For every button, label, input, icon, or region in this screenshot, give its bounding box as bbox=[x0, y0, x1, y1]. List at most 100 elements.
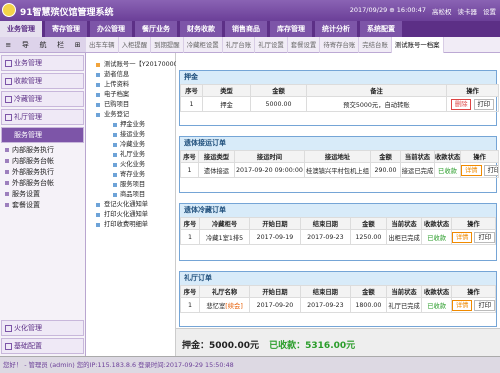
tree-transport-business[interactable]: 接运业务 bbox=[86, 130, 175, 140]
tree-register-cremation-notice[interactable]: 登记火化通知单 bbox=[86, 200, 175, 210]
card-reader-link[interactable]: 读卡器 bbox=[458, 6, 478, 16]
tree-refrigeration-business[interactable]: 冷藏业务 bbox=[86, 140, 175, 150]
nav-sales[interactable]: 销售商品 bbox=[225, 21, 267, 37]
received-summary: 已收款：5316.00元 bbox=[269, 341, 356, 351]
deposit-header-amount: 金额 bbox=[250, 84, 307, 97]
delete-button[interactable]: 删除 bbox=[450, 98, 472, 110]
status-text: 您好！ - 管理员 (admin) 您的IP:115.183.8.6 登录时间:… bbox=[3, 361, 234, 369]
details-button[interactable]: 详情 bbox=[452, 231, 473, 243]
sidebar-business[interactable]: 业务管理 bbox=[1, 55, 84, 71]
print-button[interactable]: 打印 bbox=[474, 299, 495, 311]
user-name[interactable]: 高松权 bbox=[432, 6, 452, 16]
tab-hall-settings[interactable]: 礼厅设置 bbox=[255, 37, 288, 53]
tab-vehicles[interactable]: 出车车辆 bbox=[86, 37, 119, 53]
deposit-header-no: 序号 bbox=[180, 84, 203, 97]
hall-panel: 礼厅订单 序号 礼厅名称 开始日期 结束日期 金额 当前状态 收款状态 操作 1 悲忆室[续会]… bbox=[179, 271, 497, 327]
sidebar-service-settings[interactable]: 服务设置 bbox=[0, 189, 85, 200]
tree-print-cremation-notice[interactable]: 打印火化通知单 bbox=[86, 210, 175, 220]
nav-storage[interactable]: 寄存管理 bbox=[45, 21, 87, 37]
tree-deposit-business[interactable]: 押金业务 bbox=[86, 120, 175, 130]
tree-service-items[interactable]: 服务项目 bbox=[86, 180, 175, 190]
tree-purchased-items[interactable]: 已购项目 bbox=[86, 100, 175, 110]
deposit-header-note: 备注 bbox=[306, 84, 447, 97]
nav-business[interactable]: 业务管理 bbox=[0, 21, 42, 37]
tab-expiry-reminder[interactable]: 到期提醒 bbox=[151, 37, 184, 53]
tree-hall-business[interactable]: 礼厅业务 bbox=[86, 150, 175, 160]
tab-completed-ledger[interactable]: 完结台账 bbox=[359, 37, 392, 53]
list-icon[interactable]: ≡ bbox=[5, 41, 11, 49]
tree-electronic-archive[interactable]: 电子档案 bbox=[86, 90, 175, 100]
date-time: 2017/09/29 ⊕ 16:00:47 bbox=[349, 6, 426, 14]
nav-system[interactable]: 系统配置 bbox=[360, 21, 402, 37]
table-row: 1 悲忆室[续会] 2017-09-20 2017-09-23 1800.00 礼厅已完成… bbox=[180, 297, 497, 313]
sidebar-refrigeration[interactable]: 冷藏管理 bbox=[1, 91, 84, 107]
top-right-info: 2017/09/29 ⊕ 16:00:47 高松权 读卡器 设置 bbox=[350, 6, 496, 16]
tree-deceased-info[interactable]: 逝者信息 bbox=[86, 70, 175, 80]
tree-upload-files[interactable]: 上传资料 bbox=[86, 80, 175, 90]
tools-icon[interactable]: ⊞ bbox=[75, 41, 81, 49]
hall-table: 序号 礼厅名称 开始日期 结束日期 金额 当前状态 收款状态 操作 1 悲忆室[续会] 2017-… bbox=[180, 285, 497, 313]
nav-inventory[interactable]: 库存管理 bbox=[270, 21, 312, 37]
app-logo-icon bbox=[2, 3, 16, 17]
sidebar-cremation[interactable]: 火化管理 bbox=[1, 320, 84, 336]
transport-table: 序号 接运类型 接运时间 接运地址 金额 当前状态 收款状态 操作 1 遗体接运 2017-09-… bbox=[180, 150, 499, 178]
status-bar: 您好！ - 管理员 (admin) 您的IP:115.183.8.6 登录时间:… bbox=[0, 356, 500, 373]
deposit-panel: 押金 序号 类型 金额 备注 操作 1 押金 5000.00 预交5000元，自动转账 删除 打… bbox=[179, 70, 499, 126]
tab-hall-ledger[interactable]: 礼厅台账 bbox=[223, 37, 256, 53]
refrigeration-title: 遗体冷藏订单 bbox=[180, 204, 496, 217]
tab-package-settings[interactable]: 套餐设置 bbox=[288, 37, 321, 53]
sidebar-toolbar: ≡ 导 航 栏 ⊞ bbox=[0, 37, 86, 53]
sidebar-hall[interactable]: 礼厅管理 bbox=[1, 109, 84, 125]
app-title: 91智慧殡仪馆管理系统 bbox=[20, 8, 114, 18]
deposit-title: 押金 bbox=[180, 71, 496, 84]
sidebar-internal-ledger[interactable]: 内部服务台帐 bbox=[0, 156, 85, 167]
transport-title: 遗体接运订单 bbox=[180, 137, 496, 150]
tree-business-registration[interactable]: 业务登记 bbox=[86, 110, 175, 120]
nav-office[interactable]: 办公管理 bbox=[90, 21, 132, 37]
sidebar-package-settings[interactable]: 套餐设置 bbox=[0, 200, 85, 211]
navigation-icon[interactable]: 导 bbox=[22, 40, 29, 50]
record-tree: 测试账号一【Y20170000 逝者信息 上传资料 电子档案 已购项目 业务登记… bbox=[86, 53, 178, 356]
sidebar-internal-service[interactable]: 内部服务执行 bbox=[0, 145, 85, 156]
details-button[interactable]: 详情 bbox=[452, 299, 473, 311]
nav-statistics[interactable]: 统计分析 bbox=[315, 21, 357, 37]
sidebar: 业务管理 收款管理 冷藏管理 礼厅管理 服务管理 内部服务执行 内部服务台帐 外… bbox=[0, 53, 86, 356]
refrigeration-table: 序号 冷藏柜号 开始日期 结束日期 金额 当前状态 收款状态 操作 1 冷藏1室1排5 2017-… bbox=[180, 217, 497, 245]
print-button[interactable]: 打印 bbox=[483, 164, 498, 176]
sidebar-external-ledger[interactable]: 外部服务台帐 bbox=[0, 178, 85, 189]
nav-restaurant[interactable]: 餐厅业务 bbox=[135, 21, 177, 37]
table-row: 1 押金 5000.00 预交5000元，自动转账 删除 打印 bbox=[180, 96, 499, 112]
table-row: 1 冷藏1室1排5 2017-09-19 2017-09-23 1250.00 出柜已完成… bbox=[180, 229, 497, 245]
sidebar-external-service[interactable]: 外部服务执行 bbox=[0, 167, 85, 178]
tab-entry-reminder[interactable]: 入柜提醒 bbox=[119, 37, 152, 53]
print-button[interactable]: 打印 bbox=[474, 231, 495, 243]
nav-finance[interactable]: 财务收款 bbox=[180, 21, 222, 37]
sidebar-payment[interactable]: 收款管理 bbox=[1, 73, 84, 89]
title-bar: 91智慧殡仪馆管理系统 2017/09/29 ⊕ 16:00:47 高松权 读卡… bbox=[0, 0, 500, 21]
payment-summary: 押金：5000.00元 已收款：5316.00元 bbox=[176, 328, 500, 356]
deposit-table: 序号 类型 金额 备注 操作 1 押金 5000.00 预交5000元，自动转账 删除 打印 bbox=[180, 84, 499, 112]
tab-pending-storage[interactable]: 待寄存台账 bbox=[320, 37, 360, 53]
tab-freezer-settings[interactable]: 冷藏柜设置 bbox=[184, 37, 223, 53]
tree-cremation-business[interactable]: 火化业务 bbox=[86, 160, 175, 170]
details-button[interactable]: 详情 bbox=[461, 164, 482, 176]
tree-product-items[interactable]: 商品项目 bbox=[86, 190, 175, 200]
settings-link[interactable]: 设置 bbox=[483, 6, 496, 16]
refrigeration-panel: 遗体冷藏订单 序号 冷藏柜号 开始日期 结束日期 金额 当前状态 收款状态 操作 1 冷藏1室1… bbox=[179, 203, 497, 261]
tree-root[interactable]: 测试账号一【Y20170000 bbox=[86, 60, 178, 70]
deposit-summary: 押金：5000.00元 bbox=[182, 341, 259, 351]
thumbnail-icon[interactable]: 栏 bbox=[57, 40, 64, 50]
tree-print-fee-detail[interactable]: 打印收费明细单 bbox=[86, 220, 175, 230]
transport-panel: 遗体接运订单 序号 接运类型 接运时间 接运地址 金额 当前状态 收款状态 操作 1 遗体接运 2… bbox=[179, 136, 499, 193]
table-row: 1 遗体接运 2017-09-20 09:00:00 桂澳镇兴平村包机上组 290.00… bbox=[180, 162, 499, 178]
column-icon[interactable]: 航 bbox=[39, 40, 46, 50]
main-content: 押金 序号 类型 金额 备注 操作 1 押金 5000.00 预交5000元，自动转账 删除 打… bbox=[176, 53, 500, 356]
tab-bar: 出车车辆 入柜提醒 到期提醒 冷藏柜设置 礼厅台账 礼厅设置 套餐设置 待寄存台… bbox=[86, 37, 500, 53]
sidebar-basic-config[interactable]: 基础配置 bbox=[1, 338, 84, 354]
print-button[interactable]: 打印 bbox=[473, 98, 495, 110]
tab-test-account[interactable]: 测试账号一档案 bbox=[391, 37, 444, 53]
tree-storage-business[interactable]: 寄存业务 bbox=[86, 170, 175, 180]
sidebar-service[interactable]: 服务管理 bbox=[1, 127, 84, 143]
hall-title: 礼厅订单 bbox=[180, 272, 496, 285]
deposit-header-type: 类型 bbox=[202, 84, 251, 97]
